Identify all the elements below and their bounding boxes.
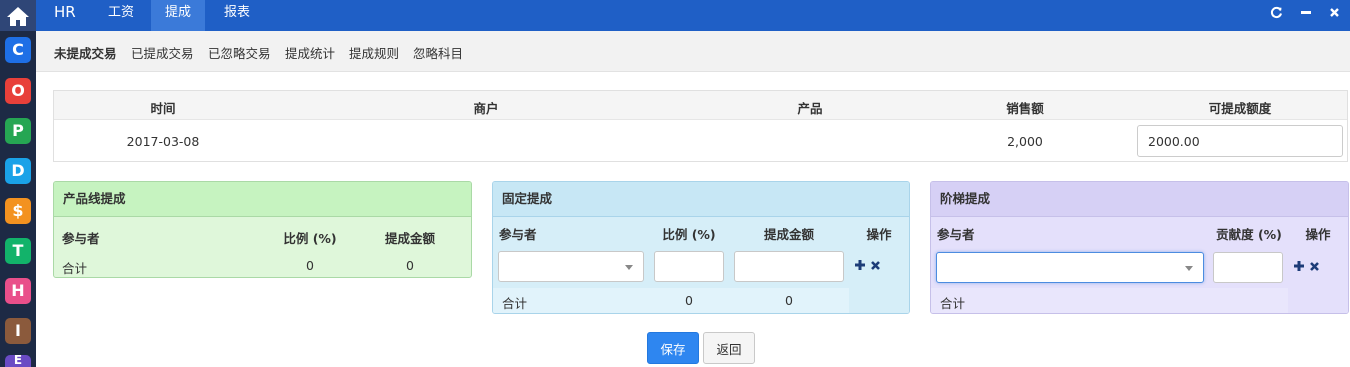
app-i-icon: I [15, 321, 21, 340]
col-product: 产品 [797, 101, 823, 116]
tiered-panel-title: 阶梯提成 [931, 182, 1348, 217]
rail-app-4[interactable]: D [5, 158, 31, 184]
close-button[interactable] [1325, 3, 1343, 21]
chevron-down-icon [1185, 266, 1193, 271]
subnav-processed[interactable]: 已提成交易 [131, 43, 194, 62]
app-p-icon: P [12, 121, 24, 140]
minimize-button[interactable] [1297, 3, 1315, 21]
home-button[interactable] [0, 0, 36, 31]
cell-date: 2017-03-08 [126, 134, 200, 149]
app-rail: C O P D $ T H I E [0, 0, 36, 367]
fixed-col-actions: 操作 [866, 227, 892, 242]
app-brand[interactable]: HR [54, 0, 76, 31]
product-line-col-participant: 参与者 [62, 231, 100, 246]
col-time: 时间 [150, 101, 176, 116]
minimize-icon [1301, 11, 1311, 14]
fixed-col-participant: 参与者 [499, 227, 537, 242]
rail-app-7[interactable]: H [5, 278, 31, 304]
app-e-icon: E [13, 355, 23, 367]
fixed-participant-select[interactable] [498, 251, 644, 282]
tiered-add-button[interactable] [1293, 259, 1305, 276]
fixed-col-ratio: 比例 (%) [662, 227, 716, 242]
plus-icon [855, 260, 865, 270]
tiered-remove-button[interactable] [1309, 259, 1320, 276]
home-icon [7, 6, 29, 26]
product-line-col-amount: 提成金额 [384, 231, 436, 246]
rail-app-5[interactable]: $ [5, 198, 31, 224]
tiered-total-action-cell [1288, 288, 1348, 313]
col-sales: 销售额 [1006, 101, 1044, 116]
col-commissionable: 可提成额度 [1208, 101, 1272, 116]
rail-app-1[interactable]: C [5, 37, 31, 63]
close-icon [871, 261, 880, 270]
subnav-unprocessed[interactable]: 未提成交易 [54, 43, 117, 62]
rail-app-2[interactable]: O [5, 78, 31, 104]
fixed-total-ratio: 0 [685, 293, 693, 308]
product-line-panel: 产品线提成 参与者 比例 (%) 提成金额 合计 0 0 [53, 181, 472, 278]
col-merchant: 商户 [473, 101, 499, 116]
product-line-panel-title: 产品线提成 [54, 182, 471, 217]
tab-commission[interactable]: 提成 [151, 0, 206, 31]
refresh-button[interactable] [1267, 3, 1285, 21]
app-o-icon: O [11, 81, 25, 100]
rail-app-9[interactable]: E [5, 355, 31, 367]
tiered-col-participant: 参与者 [937, 227, 975, 242]
product-line-total-ratio: 0 [306, 258, 314, 273]
app-c-icon: C [12, 40, 24, 59]
fixed-total-action-cell [849, 288, 909, 313]
app-t-icon: T [12, 241, 24, 260]
save-button[interactable]: 保存 [647, 332, 699, 364]
tiered-total-label: 合计 [940, 296, 966, 311]
tab-salary[interactable]: 工资 [94, 0, 148, 31]
fixed-panel-title: 固定提成 [493, 182, 909, 217]
fixed-remove-button[interactable] [870, 258, 881, 275]
plus-icon [1294, 261, 1304, 271]
sub-nav: 未提成交易 已提成交易 已忽略交易 提成统计 提成规则 忽略科目 [36, 31, 1350, 72]
fixed-col-amount: 提成金额 [763, 227, 815, 242]
app-d-icon: D [11, 161, 25, 180]
subnav-rules[interactable]: 提成规则 [349, 43, 399, 62]
fixed-commission-panel: 固定提成 参与者 比例 (%) 提成金额 操作 合计 0 0 [492, 181, 910, 314]
product-line-total-label: 合计 [62, 261, 88, 276]
tiered-participant-select[interactable] [936, 252, 1204, 283]
fixed-total-row [493, 288, 909, 313]
transaction-table: 时间 商户 产品 销售额 可提成额度 2017-03-08 2,000 [53, 90, 1348, 162]
back-button[interactable]: 返回 [703, 332, 755, 364]
close-icon [1310, 262, 1319, 271]
tiered-contribution-input[interactable] [1213, 252, 1283, 283]
app-h-icon: H [11, 281, 25, 300]
rail-app-3[interactable]: P [5, 118, 31, 144]
fixed-total-label: 合计 [502, 296, 528, 311]
tiered-col-contribution: 贡献度 (%) [1216, 227, 1282, 242]
fixed-add-button[interactable] [854, 258, 866, 275]
refresh-icon [1270, 6, 1282, 18]
product-line-total-amount: 0 [406, 258, 414, 273]
tiered-commission-panel: 阶梯提成 参与者 贡献度 (%) 操作 合计 [930, 181, 1349, 314]
commissionable-amount-input[interactable] [1137, 125, 1343, 157]
cell-sales: 2,000 [1007, 134, 1043, 149]
subnav-ignored-accounts[interactable]: 忽略科目 [413, 43, 463, 62]
tiered-col-actions: 操作 [1305, 227, 1331, 242]
chevron-down-icon [625, 265, 633, 270]
rail-app-8[interactable]: I [5, 318, 31, 344]
close-icon [1329, 7, 1339, 17]
tiered-total-row [931, 288, 1348, 313]
product-line-col-ratio: 比例 (%) [283, 231, 337, 246]
top-bar: HR 工资 提成 报表 [36, 0, 1350, 31]
rail-app-6[interactable]: T [5, 238, 31, 264]
fixed-ratio-input[interactable] [654, 251, 724, 282]
subnav-statistics[interactable]: 提成统计 [285, 43, 335, 62]
tab-reports[interactable]: 报表 [210, 0, 264, 31]
fixed-total-amount: 0 [785, 293, 793, 308]
app-dollar-icon: $ [12, 201, 24, 220]
fixed-amount-input[interactable] [734, 251, 844, 282]
subnav-ignored[interactable]: 已忽略交易 [208, 43, 271, 62]
transaction-table-header: 时间 商户 产品 销售额 可提成额度 [54, 91, 1347, 120]
